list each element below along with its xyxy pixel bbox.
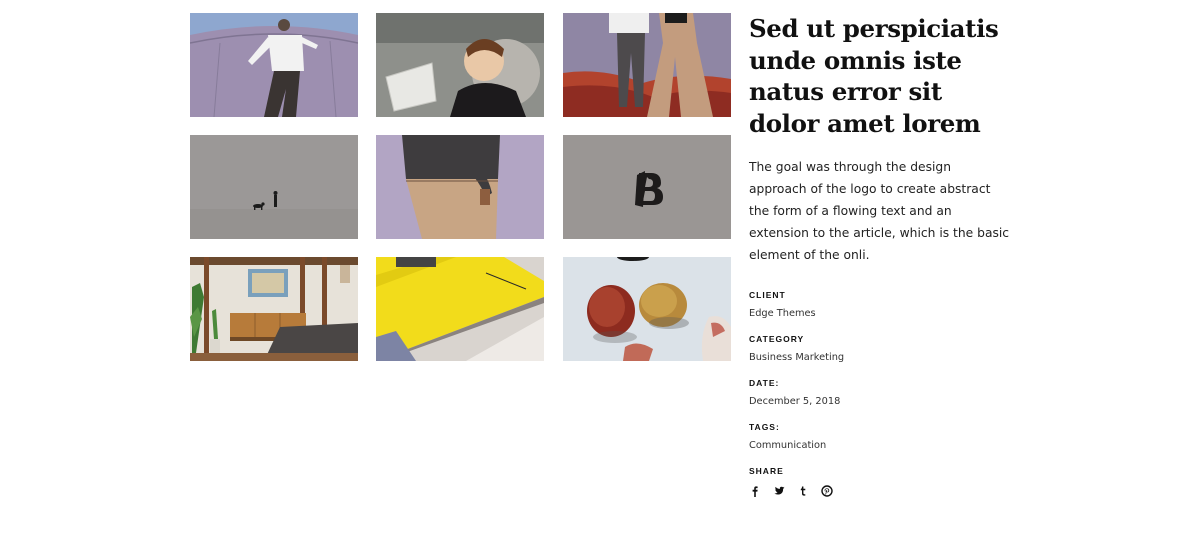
meta-client-label: CLIENT	[749, 290, 786, 300]
dog-walker-photo	[190, 135, 358, 239]
project-info-panel: Sed ut perspiciatis unde omnis iste natu…	[749, 13, 1019, 509]
meta-tags-label: TAGS:	[749, 422, 780, 432]
meta-category-label: CATEGORY	[749, 334, 805, 344]
project-title: Sed ut perspiciatis unde omnis iste natu…	[749, 14, 999, 138]
yellow-magazine-photo	[376, 257, 544, 361]
meta-tags: TAGS: Communication	[749, 421, 1019, 453]
facebook-icon[interactable]	[749, 485, 761, 497]
two-people-legs-photo	[563, 13, 731, 117]
meta-client: CLIENT Edge Themes	[749, 289, 1019, 321]
meta-date-value: December 5, 2018	[749, 396, 841, 407]
gallery-image-5[interactable]	[376, 135, 544, 239]
interior-room-photo	[190, 257, 358, 361]
lychee-fruit-photo	[563, 257, 731, 361]
gallery-image-3[interactable]	[563, 13, 731, 117]
gallery-image-8[interactable]	[376, 257, 544, 361]
gallery-image-2[interactable]	[376, 13, 544, 117]
gallery-image-1[interactable]	[190, 13, 358, 117]
project-description: The goal was through the design approach…	[749, 160, 1010, 262]
meta-tags-value[interactable]: Communication	[749, 439, 1019, 453]
b-logo-photo	[563, 135, 731, 239]
tumblr-icon[interactable]	[797, 485, 809, 497]
project-meta: CLIENT Edge Themes CATEGORY Business Mar…	[749, 289, 1019, 497]
twitter-icon[interactable]	[773, 485, 785, 497]
meta-client-value: Edge Themes	[749, 308, 816, 319]
meta-share: SHARE	[749, 465, 1019, 497]
meta-category: CATEGORY Business Marketing	[749, 333, 1019, 365]
meta-category-value: Business Marketing	[749, 352, 845, 363]
gallery-image-6[interactable]	[563, 135, 731, 239]
project-gallery	[190, 13, 731, 361]
meta-date-label: DATE:	[749, 378, 780, 388]
child-with-paper-photo	[376, 13, 544, 117]
person-beige-pants-photo	[376, 135, 544, 239]
share-icons	[749, 485, 1019, 497]
man-on-tank-photo	[190, 13, 358, 117]
meta-date: DATE: December 5, 2018	[749, 377, 1019, 409]
gallery-image-9[interactable]	[563, 257, 731, 361]
pinterest-icon[interactable]	[821, 485, 833, 497]
meta-share-label: SHARE	[749, 466, 784, 476]
gallery-image-7[interactable]	[190, 257, 358, 361]
gallery-image-4[interactable]	[190, 135, 358, 239]
